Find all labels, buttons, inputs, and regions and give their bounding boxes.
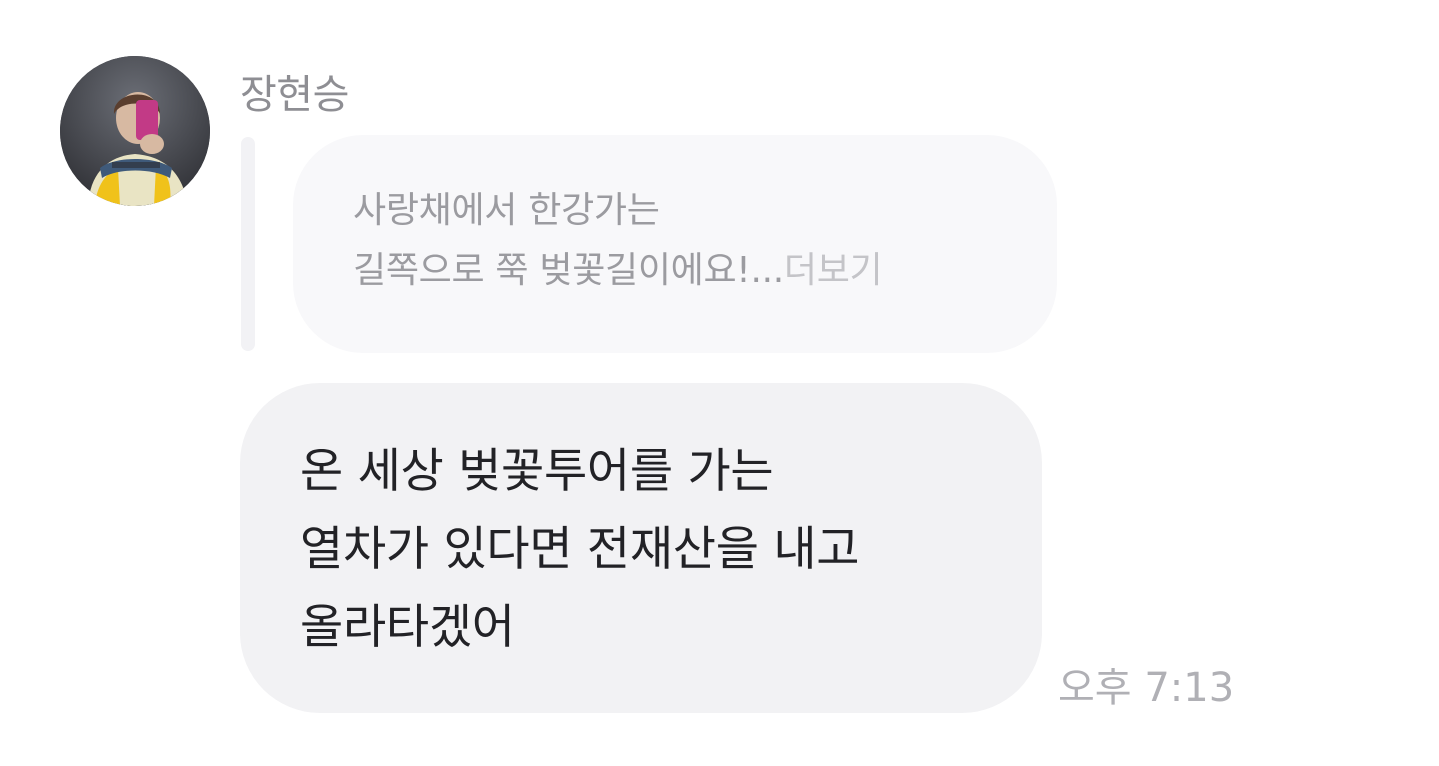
reply-quote-line-1: 사랑채에서 한강가는 — [353, 190, 660, 231]
sender-name: 장현승 — [240, 72, 349, 118]
message-line-2: 열차가 있다면 전재산을 내고 — [300, 522, 860, 577]
profile-photo-icon — [60, 56, 210, 206]
message-line-1: 온 세상 벚꽃투어를 가는 — [300, 444, 774, 499]
message-timestamp: 오후 7:13 — [1058, 665, 1235, 711]
message-line-3: 올라타겠어 — [300, 600, 515, 655]
reply-indicator-bar — [241, 137, 255, 351]
reply-quote-bubble[interactable]: 사랑채에서 한강가는 길쪽으로 쭉 벚꽃길이에요!...더보기 — [293, 135, 1057, 353]
chat-message-row: 장현승 사랑채에서 한강가는 길쪽으로 쭉 벚꽃길이에요!...더보기 온 세상… — [0, 0, 1439, 766]
sender-avatar[interactable] — [60, 56, 210, 206]
message-bubble[interactable]: 온 세상 벚꽃투어를 가는 열차가 있다면 전재산을 내고 올라타겠어 — [240, 383, 1042, 713]
see-more-link[interactable]: 더보기 — [784, 250, 883, 291]
reply-quote-line-2: 길쪽으로 쭉 벚꽃길이에요!...더보기 — [353, 241, 1017, 301]
reply-quote-line-2-text: 길쪽으로 쭉 벚꽃길이에요!... — [353, 250, 784, 291]
